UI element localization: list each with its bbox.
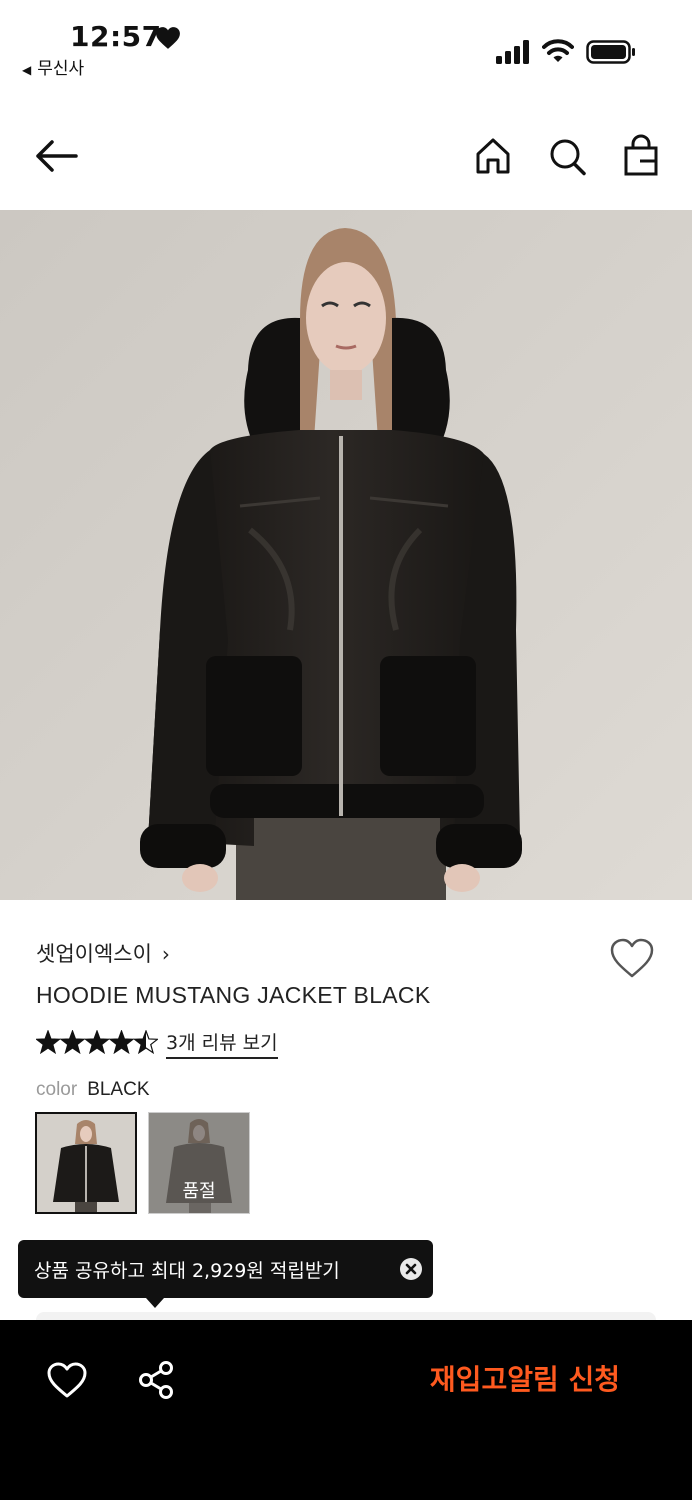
chevron-right-icon: › <box>161 942 170 966</box>
share-reward-tooltip: 상품 공유하고 최대 2,929원 적립받기 <box>18 1240 433 1308</box>
star-fill-icon <box>110 1031 133 1053</box>
star-fill-icon <box>36 1031 60 1053</box>
brand-link[interactable]: 셋업이엑스이 › <box>36 938 170 968</box>
rating-stars <box>36 1030 158 1055</box>
wishlist-heart-icon[interactable] <box>608 936 656 980</box>
close-icon[interactable] <box>398 1256 424 1282</box>
top-nav-bar <box>0 118 692 198</box>
share-icon[interactable] <box>136 1360 178 1400</box>
product-hero-image[interactable] <box>0 210 692 900</box>
wifi-icon <box>542 39 574 62</box>
tooltip-arrow <box>146 1298 164 1308</box>
rating-row: 3개 리뷰 보기 <box>36 1028 278 1059</box>
status-time: 12:57 <box>70 20 162 53</box>
soldout-label: 품절 <box>182 1181 216 1202</box>
color-row: color BLACK <box>36 1078 150 1101</box>
bottom-action-bar: 재입고알림 신청 <box>0 1320 692 1500</box>
star-fill-icon <box>85 1031 109 1053</box>
color-swatch-soldout[interactable]: 품절 <box>148 1112 250 1214</box>
heart-status-icon <box>156 27 180 49</box>
back-app-label: 무신사 <box>37 59 85 79</box>
status-bar: 12:57 ◀ 무신사 <box>0 0 692 80</box>
color-value: BLACK <box>87 1079 150 1100</box>
color-label: color <box>36 1079 78 1100</box>
swatch-thumbnail <box>37 1114 135 1212</box>
review-link[interactable]: 3개 리뷰 보기 <box>166 1028 278 1059</box>
search-icon[interactable] <box>546 134 588 178</box>
color-swatch-selected[interactable] <box>35 1112 137 1214</box>
home-icon[interactable] <box>472 134 514 178</box>
restock-alert-button[interactable]: 재입고알림 신청 <box>400 1356 640 1404</box>
shopping-bag-icon[interactable] <box>620 134 662 178</box>
back-to-app-link[interactable]: ◀ 무신사 <box>22 54 84 79</box>
back-triangle-icon: ◀ <box>22 63 32 77</box>
arrow-left-icon[interactable] <box>32 136 80 176</box>
tooltip-text: 상품 공유하고 최대 2,929원 적립받기 <box>34 1260 340 1282</box>
heart-icon[interactable] <box>46 1360 88 1400</box>
brand-name: 셋업이엑스이 <box>36 942 152 966</box>
battery-icon <box>586 40 635 64</box>
star-fill-icon <box>61 1031 84 1053</box>
product-name: HOODIE MUSTANG JACKET BLACK <box>36 982 431 1008</box>
cellular-signal-icon <box>496 40 529 64</box>
